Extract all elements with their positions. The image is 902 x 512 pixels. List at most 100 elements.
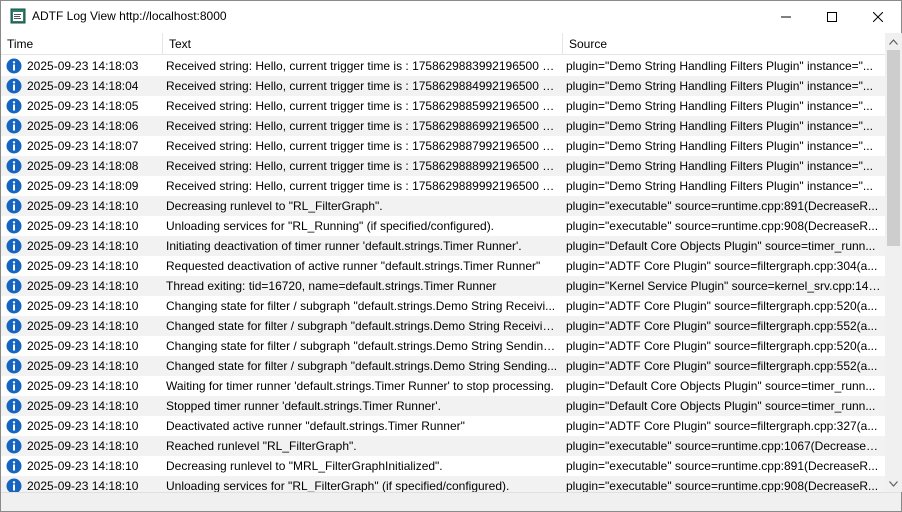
info-icon — [6, 438, 22, 454]
table-row[interactable]: 2025-09-23 14:18:10 Requested deactivatio… — [1, 256, 885, 276]
cell-source: plugin="Default Core Objects Plugin" sou… — [566, 239, 876, 253]
info-icon — [6, 138, 22, 154]
maximize-icon — [827, 11, 837, 22]
log-table-body: 2025-09-23 14:18:03 Received string: Hell… — [1, 56, 885, 492]
cell-time: 2025-09-23 14:18:10 — [27, 299, 139, 313]
cell-time: 2025-09-23 14:18:10 — [27, 479, 139, 492]
column-header-text[interactable]: Text — [162, 33, 562, 55]
cell-text: Reached runlevel "RL_FilterGraph". — [166, 439, 357, 453]
cell-source: plugin="Demo String Handling Filters Plu… — [566, 79, 873, 93]
info-icon — [6, 338, 22, 354]
cell-time: 2025-09-23 14:18:10 — [27, 259, 139, 273]
log-view-app-icon — [10, 8, 26, 24]
vertical-scrollbar[interactable] — [885, 33, 902, 492]
cell-source: plugin="ADTF Core Plugin" source=filterg… — [566, 419, 878, 433]
window-title: ADTF Log View http://localhost:8000 — [32, 9, 227, 23]
cell-text: Waiting for timer runner 'default.string… — [166, 379, 554, 393]
table-row[interactable]: 2025-09-23 14:18:10 Decreasing runlevel t… — [1, 456, 885, 476]
info-icon — [6, 158, 22, 174]
table-row[interactable]: 2025-09-23 14:18:08 Received string: Hell… — [1, 156, 885, 176]
cell-text: Received string: Hello, current trigger … — [166, 179, 558, 193]
table-row[interactable]: 2025-09-23 14:18:10 Changed state for fil… — [1, 356, 885, 376]
cell-time: 2025-09-23 14:18:10 — [27, 219, 139, 233]
table-row[interactable]: 2025-09-23 14:18:10 Unloading services fo… — [1, 476, 885, 492]
info-icon — [6, 378, 22, 394]
table-row[interactable]: 2025-09-23 14:18:10 Initiating deactivati… — [1, 236, 885, 256]
info-icon — [6, 118, 22, 134]
column-header-source[interactable]: Source — [562, 33, 885, 55]
cell-source: plugin="Demo String Handling Filters Plu… — [566, 119, 873, 133]
cell-time: 2025-09-23 14:18:10 — [27, 339, 139, 353]
table-row[interactable]: 2025-09-23 14:18:10 Deactivated active ru… — [1, 416, 885, 436]
table-row[interactable]: 2025-09-23 14:18:10 Thread exiting: tid=1… — [1, 276, 885, 296]
info-icon — [6, 298, 22, 314]
info-icon — [6, 318, 22, 334]
cell-time: 2025-09-23 14:18:10 — [27, 439, 139, 453]
cell-time: 2025-09-23 14:18:07 — [27, 139, 139, 153]
scrollbar-thumb[interactable] — [887, 50, 900, 246]
cell-text: Received string: Hello, current trigger … — [166, 119, 558, 133]
chevron-down-icon — [889, 480, 898, 487]
cell-time: 2025-09-23 14:18:10 — [27, 379, 139, 393]
scroll-down-button[interactable] — [885, 475, 902, 492]
table-row[interactable]: 2025-09-23 14:18:10 Decreasing runlevel t… — [1, 196, 885, 216]
table-row[interactable]: 2025-09-23 14:18:10 Waiting for timer run… — [1, 376, 885, 396]
table-row[interactable]: 2025-09-23 14:18:09 Received string: Hell… — [1, 176, 885, 196]
table-row[interactable]: 2025-09-23 14:18:06 Received string: Hell… — [1, 116, 885, 136]
cell-text: Changed state for filter / subgraph "def… — [166, 319, 558, 333]
cell-time: 2025-09-23 14:18:09 — [27, 179, 139, 193]
cell-time: 2025-09-23 14:18:03 — [27, 59, 139, 73]
info-icon — [6, 278, 22, 294]
table-row[interactable]: 2025-09-23 14:18:10 Stopped timer runner … — [1, 396, 885, 416]
table-row[interactable]: 2025-09-23 14:18:10 Reached runlevel "RL_… — [1, 436, 885, 456]
cell-source: plugin="Demo String Handling Filters Plu… — [566, 59, 873, 73]
close-icon — [873, 11, 883, 22]
info-icon — [6, 458, 22, 474]
title-bar[interactable]: ADTF Log View http://localhost:8000 — [1, 1, 901, 32]
info-icon — [6, 398, 22, 414]
table-row[interactable]: 2025-09-23 14:18:10 Changed state for fil… — [1, 316, 885, 336]
cell-time: 2025-09-23 14:18:10 — [27, 279, 139, 293]
cell-source: plugin="executable" source=runtime.cpp:1… — [566, 439, 881, 453]
table-row[interactable]: 2025-09-23 14:18:04 Received string: Hell… — [1, 76, 885, 96]
table-row[interactable]: 2025-09-23 14:18:10 Changing state for fi… — [1, 336, 885, 356]
cell-text: Received string: Hello, current trigger … — [166, 59, 558, 73]
scroll-up-button[interactable] — [885, 33, 902, 50]
cell-time: 2025-09-23 14:18:10 — [27, 319, 139, 333]
info-icon — [6, 98, 22, 114]
info-icon — [6, 58, 22, 74]
log-view-window: ADTF Log View http://localhost:8000 Time… — [0, 0, 902, 512]
cell-text: Changing state for filter / subgraph "de… — [166, 299, 556, 313]
info-icon — [6, 418, 22, 434]
cell-time: 2025-09-23 14:18:06 — [27, 119, 139, 133]
cell-source: plugin="ADTF Core Plugin" source=filterg… — [566, 319, 878, 333]
cell-source: plugin="Kernel Service Plugin" source=ke… — [566, 279, 881, 293]
info-icon — [6, 178, 22, 194]
cell-source: plugin="ADTF Core Plugin" source=filterg… — [566, 259, 878, 273]
table-row[interactable]: 2025-09-23 14:18:05 Received string: Hell… — [1, 96, 885, 116]
close-button[interactable] — [855, 1, 901, 32]
table-row[interactable]: 2025-09-23 14:18:10 Changing state for fi… — [1, 296, 885, 316]
table-row[interactable]: 2025-09-23 14:18:10 Unloading services fo… — [1, 216, 885, 236]
cell-source: plugin="Demo String Handling Filters Plu… — [566, 179, 873, 193]
cell-source: plugin="Demo String Handling Filters Plu… — [566, 139, 873, 153]
table-row[interactable]: 2025-09-23 14:18:03 Received string: Hell… — [1, 56, 885, 76]
chevron-up-icon — [889, 38, 898, 45]
cell-time: 2025-09-23 14:18:10 — [27, 459, 139, 473]
table-row[interactable]: 2025-09-23 14:18:07 Received string: Hell… — [1, 136, 885, 156]
cell-source: plugin="executable" source=runtime.cpp:8… — [566, 199, 879, 213]
minimize-button[interactable] — [763, 1, 809, 32]
cell-text: Received string: Hello, current trigger … — [166, 139, 558, 153]
info-icon — [6, 218, 22, 234]
cell-time: 2025-09-23 14:18:10 — [27, 399, 139, 413]
cell-text: Requested deactivation of active runner … — [166, 259, 541, 273]
maximize-button[interactable] — [809, 1, 855, 32]
cell-time: 2025-09-23 14:18:10 — [27, 199, 139, 213]
cell-text: Received string: Hello, current trigger … — [166, 99, 558, 113]
column-header-time[interactable]: Time — [1, 33, 162, 55]
cell-time: 2025-09-23 14:18:04 — [27, 79, 139, 93]
cell-source: plugin="executable" source=runtime.cpp:8… — [566, 459, 879, 473]
cell-text: Received string: Hello, current trigger … — [166, 159, 558, 173]
cell-time: 2025-09-23 14:18:10 — [27, 239, 139, 253]
cell-text: Decreasing runlevel to "RL_FilterGraph". — [166, 199, 383, 213]
